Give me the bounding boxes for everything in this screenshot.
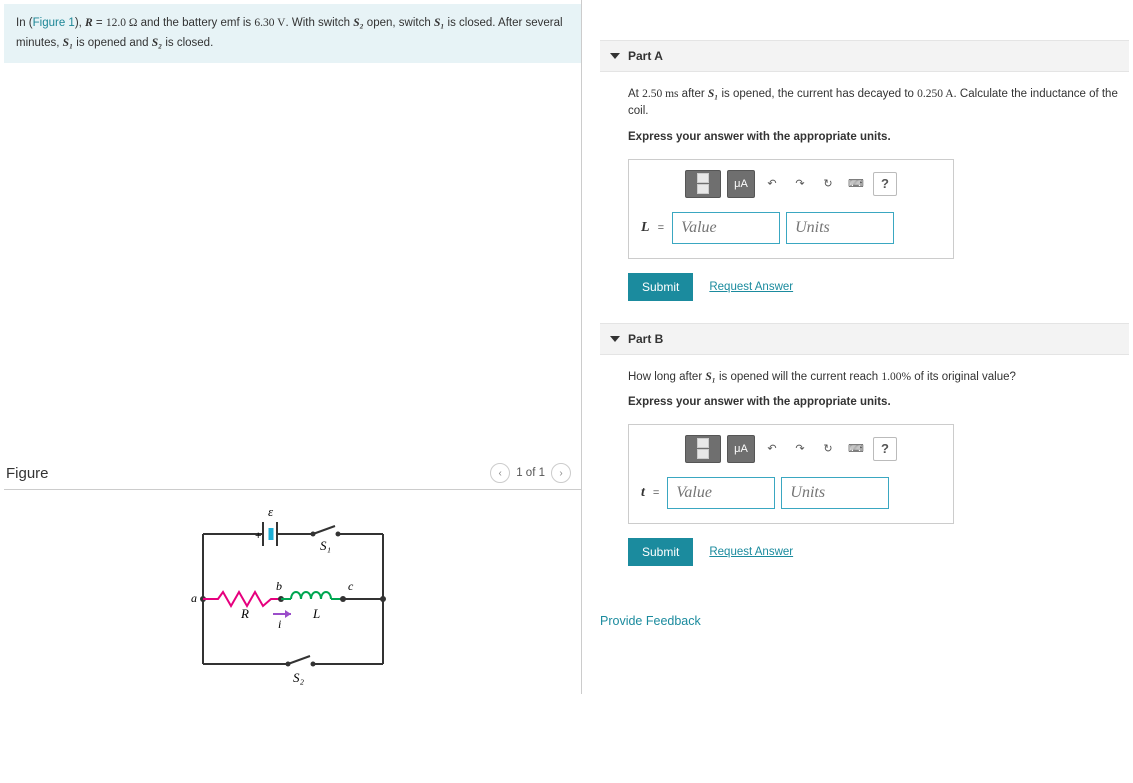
part-b-instruction: Express your answer with the appropriate…	[628, 396, 1129, 408]
part-a-body: At 2.50 ms after S₁ is opened, the curre…	[600, 72, 1129, 323]
figure-link[interactable]: Figure 1	[33, 17, 75, 29]
svg-text:R: R	[240, 606, 249, 621]
part-b-body: How long after S₁ is opened will the cur…	[600, 355, 1129, 588]
value-input-b[interactable]	[667, 477, 775, 509]
help-button[interactable]: ?	[873, 172, 897, 196]
svg-text:S₁: S₁	[320, 538, 331, 553]
value-input-a[interactable]	[672, 212, 780, 244]
caret-down-icon	[610, 53, 620, 59]
svg-text:b: b	[276, 579, 282, 593]
fraction-icon[interactable]	[685, 435, 721, 463]
svg-text:+: +	[255, 530, 261, 542]
svg-text:i: i	[278, 617, 281, 631]
units-mu-a-button[interactable]: μA	[727, 435, 755, 463]
answer-box-b: μA ↶ ↷ ↻ ⌨ ? t =	[628, 424, 954, 524]
keyboard-icon[interactable]: ⌨	[845, 436, 867, 462]
reset-icon[interactable]: ↻	[817, 171, 839, 197]
svg-text:S₂: S₂	[293, 670, 305, 685]
undo-icon[interactable]: ↶	[761, 171, 783, 197]
part-a-instruction: Express your answer with the appropriate…	[628, 131, 1129, 143]
var-label-a: L	[641, 220, 650, 236]
prev-figure-button[interactable]: ‹	[490, 463, 510, 483]
svg-text:c: c	[348, 579, 354, 593]
request-answer-link-a[interactable]: Request Answer	[709, 281, 793, 293]
next-figure-button[interactable]: ›	[551, 463, 571, 483]
caret-down-icon	[610, 336, 620, 342]
circuit-diagram: ε + S₁ a b R c	[163, 504, 423, 694]
redo-icon[interactable]: ↷	[789, 171, 811, 197]
answer-box-a: μA ↶ ↷ ↻ ⌨ ? L =	[628, 159, 954, 259]
keyboard-icon[interactable]: ⌨	[845, 171, 867, 197]
request-answer-link-b[interactable]: Request Answer	[709, 546, 793, 558]
units-input-b[interactable]	[781, 477, 889, 509]
submit-button-a[interactable]: Submit	[628, 273, 693, 301]
redo-icon[interactable]: ↷	[789, 436, 811, 462]
undo-icon[interactable]: ↶	[761, 436, 783, 462]
toolbar-a: μA ↶ ↷ ↻ ⌨ ?	[641, 170, 941, 198]
svg-text:L: L	[312, 606, 320, 621]
part-a-header[interactable]: Part A	[600, 40, 1129, 72]
figure-heading: Figure	[6, 465, 49, 482]
svg-text:ε: ε	[268, 504, 274, 519]
units-mu-a-button[interactable]: μA	[727, 170, 755, 198]
fraction-icon[interactable]	[685, 170, 721, 198]
part-b-header[interactable]: Part B	[600, 323, 1129, 355]
svg-text:a: a	[191, 591, 197, 605]
help-button[interactable]: ?	[873, 437, 897, 461]
toolbar-b: μA ↶ ↷ ↻ ⌨ ?	[641, 435, 941, 463]
problem-statement: In (Figure 1), R = 12.0 Ω and the batter…	[4, 4, 581, 63]
var-label-b: t	[641, 485, 645, 501]
figure-pager: ‹ 1 of 1 ›	[490, 463, 571, 483]
pager-text: 1 of 1	[516, 467, 545, 479]
submit-button-b[interactable]: Submit	[628, 538, 693, 566]
part-a-prompt: At 2.50 ms after S₁ is opened, the curre…	[628, 86, 1129, 121]
units-input-a[interactable]	[786, 212, 894, 244]
reset-icon[interactable]: ↻	[817, 436, 839, 462]
part-b-prompt: How long after S₁ is opened will the cur…	[628, 369, 1129, 386]
provide-feedback-link[interactable]: Provide Feedback	[600, 614, 1129, 628]
